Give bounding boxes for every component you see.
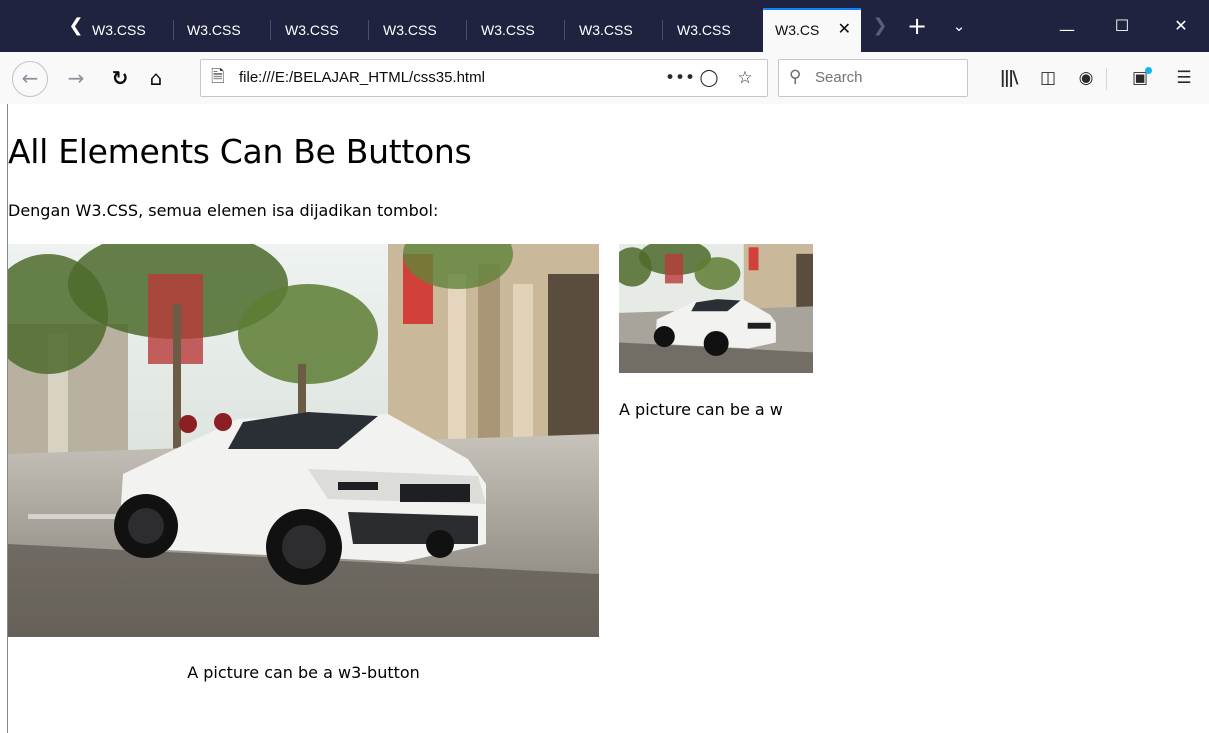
- tab-label: W3.CSS: [481, 22, 535, 38]
- close-tab-icon[interactable]: ✕: [838, 8, 851, 52]
- browser-tab[interactable]: W3.CSS: [467, 8, 565, 52]
- picture-button-large[interactable]: A picture can be a w3-button: [8, 244, 599, 684]
- star-icon[interactable]: ☆: [733, 66, 757, 90]
- picture-caption[interactable]: A picture can be a w3-button: [8, 663, 599, 683]
- library-icon[interactable]: |||\: [994, 64, 1022, 92]
- reload-icon[interactable]: ↻: [106, 64, 134, 92]
- browser-tab[interactable]: W3.CSS: [174, 8, 271, 52]
- navigation-toolbar: ← → ↻ ⌂ 🗎 file:///E:/BELAJAR_HTML/css35.…: [0, 52, 1209, 105]
- sidebar-icon[interactable]: ◫: [1034, 64, 1062, 92]
- page-icon[interactable]: 🗎: [211, 66, 231, 88]
- page-content: All Elements Can Be Buttons Dengan W3.CS…: [0, 104, 1209, 733]
- tab-label: W3.CSS: [92, 22, 146, 38]
- gift-icon[interactable]: ▣: [1126, 64, 1154, 92]
- tab-label: W3.CSS: [677, 22, 731, 38]
- minimize-icon[interactable]: —: [1044, 0, 1090, 52]
- toolbar-divider: [1106, 68, 1107, 90]
- car-image[interactable]: [619, 244, 813, 373]
- browser-tab[interactable]: W3.CSS: [271, 8, 369, 52]
- page-description: Dengan W3.CSS, semua elemen isa dijadika…: [8, 201, 439, 220]
- search-icon: ⚲: [789, 67, 802, 87]
- chevron-right-icon[interactable]: ❯: [870, 14, 890, 38]
- browser-tab[interactable]: W3.CSS: [369, 8, 467, 52]
- url-bar[interactable]: 🗎 file:///E:/BELAJAR_HTML/css35.html •••…: [200, 59, 768, 97]
- page-title: All Elements Can Be Buttons: [8, 132, 472, 171]
- arrow-right-icon[interactable]: →: [62, 64, 90, 92]
- chevron-left-icon[interactable]: ❮: [66, 14, 86, 38]
- account-icon[interactable]: ◉: [1072, 64, 1100, 92]
- tab-strip: ❮ W3.CSS W3.CSS W3.CSS W3.CSS W3.CSS W3.…: [0, 0, 1209, 52]
- search-bar[interactable]: ⚲: [778, 59, 968, 97]
- notification-dot: [1145, 67, 1152, 74]
- close-icon[interactable]: ✕: [1158, 0, 1204, 52]
- browser-tab[interactable]: W3.CSS: [92, 8, 174, 52]
- tab-label: W3.CSS: [579, 22, 633, 38]
- plus-icon[interactable]: +: [904, 14, 930, 38]
- maximize-icon[interactable]: ☐: [1099, 0, 1145, 52]
- search-input[interactable]: [815, 60, 960, 94]
- browser-tab[interactable]: W3.CSS: [565, 8, 663, 52]
- browser-tab-active[interactable]: W3.CS ✕: [763, 8, 861, 52]
- pocket-icon[interactable]: ◯: [697, 66, 721, 90]
- car-image[interactable]: [8, 244, 599, 637]
- more-icon[interactable]: •••: [665, 66, 695, 90]
- home-icon[interactable]: ⌂: [142, 64, 170, 92]
- arrow-left-icon[interactable]: ←: [12, 61, 48, 97]
- picture-caption[interactable]: A picture can be a w: [619, 400, 783, 420]
- hamburger-icon[interactable]: ☰: [1170, 64, 1198, 92]
- browser-tab[interactable]: W3.CSS: [663, 8, 763, 52]
- tab-label: W3.CSS: [383, 22, 437, 38]
- chevron-down-icon[interactable]: ⌄: [946, 14, 972, 38]
- picture-button-small[interactable]: A picture can be a w: [619, 244, 813, 424]
- tab-label: W3.CS: [775, 22, 820, 38]
- tab-label: W3.CSS: [285, 22, 339, 38]
- tab-label: W3.CSS: [187, 22, 241, 38]
- url-text[interactable]: file:///E:/BELAJAR_HTML/css35.html: [239, 60, 485, 96]
